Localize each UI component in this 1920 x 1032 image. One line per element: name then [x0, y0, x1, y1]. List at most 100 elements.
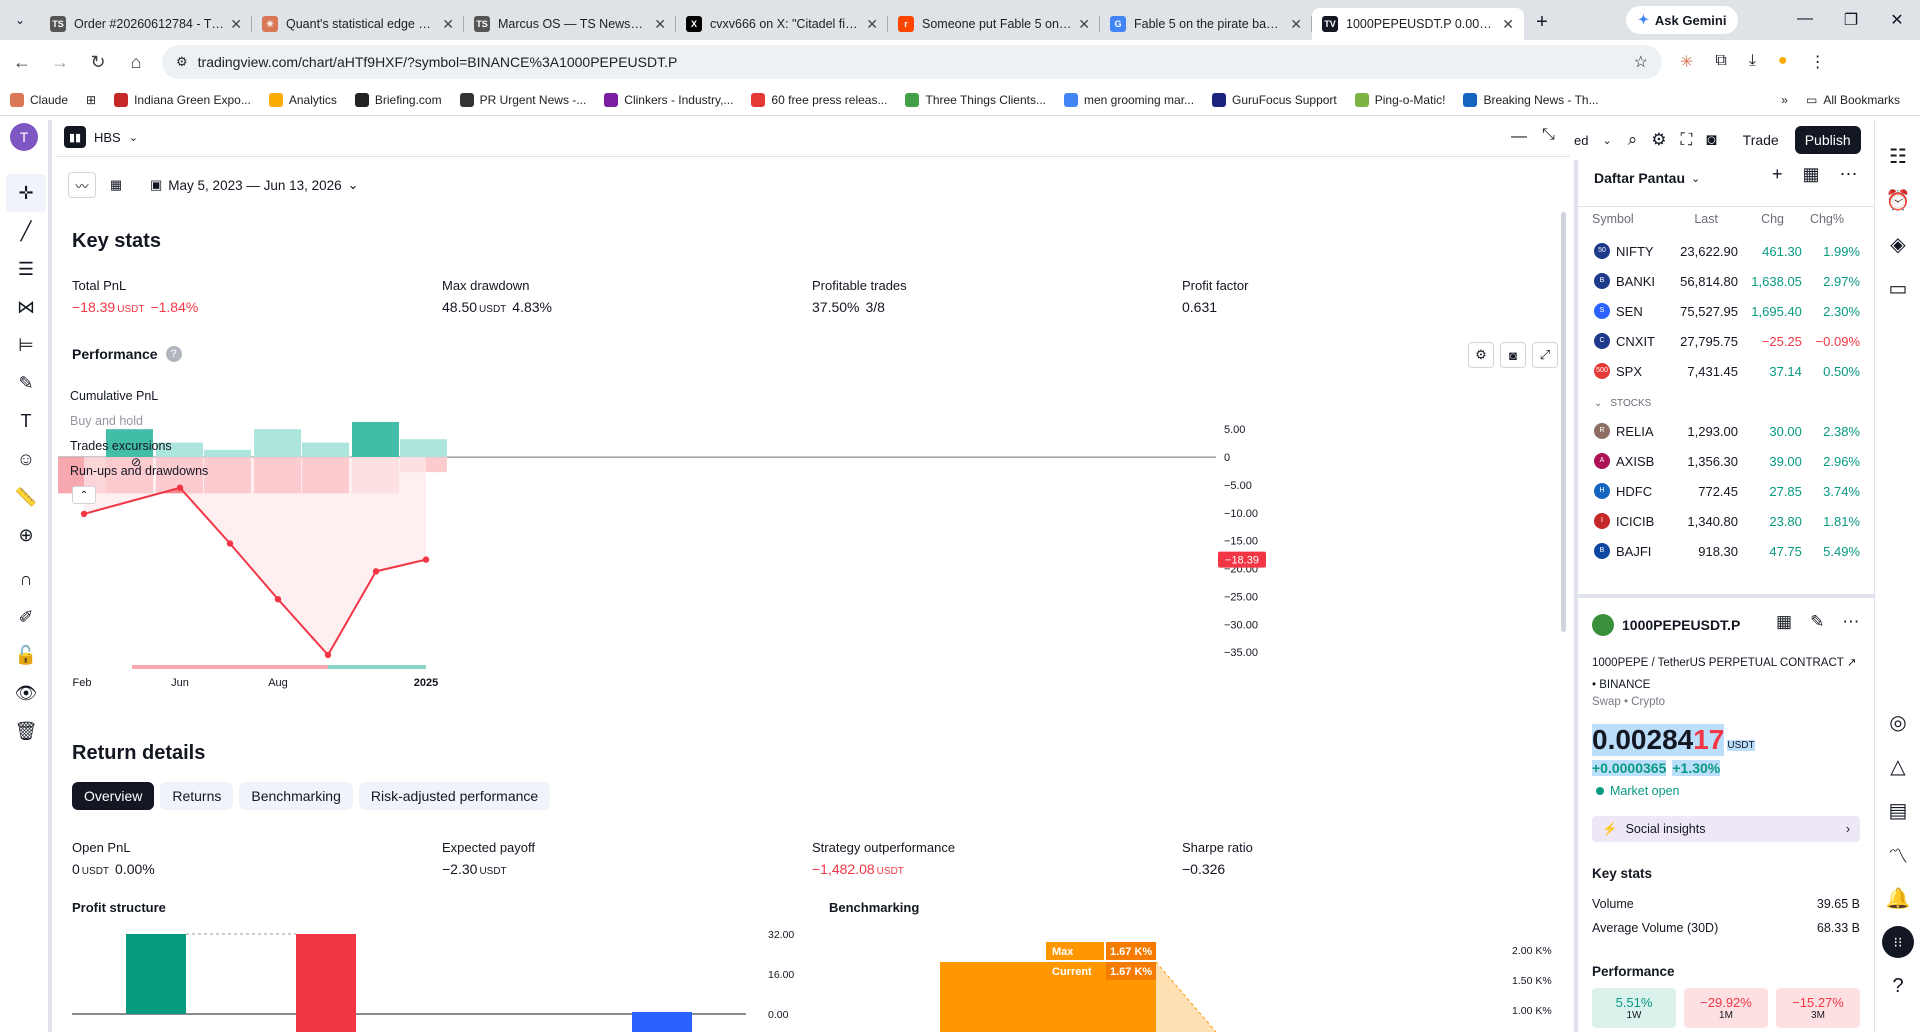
- site-info-icon[interactable]: ⚙: [176, 54, 188, 70]
- browser-tab[interactable]: ✳ Quant's statistical edge aga ✕: [252, 8, 464, 40]
- watchlist-row[interactable]: H HDFC 772.45 27.85 3.74%: [1578, 476, 1874, 506]
- chart-settings-icon[interactable]: ⚙: [1651, 130, 1666, 150]
- home-icon[interactable]: ⌂: [120, 46, 152, 78]
- all-bookmarks[interactable]: ▭ All Bookmarks: [1806, 93, 1900, 107]
- bookmark-item[interactable]: Three Things Clients...: [905, 92, 1046, 107]
- chevron-down-icon[interactable]: ⌄: [129, 131, 138, 144]
- help-sidebar-icon[interactable]: ?: [1875, 964, 1920, 1008]
- layout-grid-icon[interactable]: ▦: [1776, 612, 1792, 632]
- tab-close-icon[interactable]: ✕: [1078, 16, 1090, 33]
- fullscreen-chart-icon[interactable]: ⛶: [1680, 130, 1692, 150]
- watchlist-row[interactable]: 500 SPX 7,431.45 37.14 0.50%: [1578, 356, 1874, 386]
- profile-icon[interactable]: ●: [1778, 52, 1788, 72]
- watchlist-column-header[interactable]: Chg: [1718, 212, 1784, 226]
- fullscreen-icon[interactable]: ⤢: [1532, 342, 1558, 368]
- return-tab[interactable]: Risk-adjusted performance: [358, 782, 551, 810]
- ruler-icon[interactable]: 📏: [0, 478, 52, 516]
- tab-close-icon[interactable]: ✕: [230, 16, 242, 33]
- return-tab[interactable]: Returns: [160, 782, 234, 810]
- add-symbol-icon[interactable]: +: [1772, 164, 1783, 185]
- help-icon[interactable]: ?: [165, 346, 182, 362]
- edit-note-icon[interactable]: ✎: [1810, 612, 1824, 632]
- claude-extension-icon[interactable]: ✳: [1680, 52, 1693, 72]
- scrollbar[interactable]: [1561, 212, 1566, 632]
- table-view-icon[interactable]: ▦: [102, 172, 130, 198]
- watchlist-title[interactable]: Daftar Pantau: [1594, 170, 1685, 186]
- forward-icon[interactable]: →: [44, 46, 76, 78]
- magnet-icon[interactable]: ∩: [0, 560, 52, 598]
- browser-tab[interactable]: r Someone put Fable 5 on the ✕: [888, 8, 1100, 40]
- browser-tab[interactable]: TS Marcus OS — TS Newswire ✕: [464, 8, 676, 40]
- restore-window-icon[interactable]: ❐: [1828, 10, 1874, 30]
- tab-close-icon[interactable]: ✕: [1290, 16, 1302, 33]
- bookmark-item[interactable]: GuruFocus Support: [1212, 92, 1337, 107]
- bookmark-item[interactable]: Claude ⊞: [10, 92, 96, 107]
- trash-icon[interactable]: 🗑: [0, 712, 52, 750]
- watchlist-row[interactable]: A AXISB 1,356.30 39.00 2.96%: [1578, 446, 1874, 476]
- minimize-window-icon[interactable]: —: [1782, 10, 1828, 30]
- performance-box[interactable]: 5.51% 1W: [1592, 988, 1676, 1028]
- chat-icon[interactable]: ▭: [1875, 266, 1920, 310]
- brush-icon[interactable]: ✎: [0, 364, 52, 402]
- trend-line-icon[interactable]: ╱: [0, 212, 52, 250]
- forecasting-icon[interactable]: ⊨: [0, 326, 52, 364]
- ask-gemini-button[interactable]: ✦ Ask Gemini: [1626, 6, 1739, 34]
- watchlist-column-header[interactable]: Symbol: [1592, 212, 1642, 226]
- browser-tab[interactable]: Xcvxv666 on X: "Citadel fired ✕: [676, 8, 888, 40]
- partial-toolbar-label[interactable]: ed: [1574, 133, 1588, 148]
- settings-icon[interactable]: ⚙: [1468, 342, 1494, 368]
- more-icon[interactable]: ⋯: [1840, 164, 1858, 185]
- details-more-icon[interactable]: ⋯: [1842, 612, 1859, 632]
- bookmark-item[interactable]: Breaking News - Th...: [1463, 92, 1599, 107]
- external-link-icon[interactable]: ↗: [1847, 657, 1857, 669]
- tab-search-icon[interactable]: ⌄: [0, 0, 40, 40]
- apps-grid-icon[interactable]: ⁝⁝: [1875, 920, 1920, 964]
- pattern-icon[interactable]: ⋈: [0, 288, 52, 326]
- bookmark-item[interactable]: 60 free press releas...: [751, 92, 887, 107]
- minimize-panel-icon[interactable]: —: [1511, 128, 1527, 146]
- download-icon[interactable]: ⤓: [1749, 52, 1756, 72]
- performance-box[interactable]: −15.27% 3M: [1776, 988, 1860, 1028]
- watchlist-row[interactable]: B BANKI 56,814.80 1,638.05 2.97%: [1578, 266, 1874, 296]
- legend-collapse-icon[interactable]: ⌃: [72, 486, 96, 504]
- layout-name[interactable]: HBS: [94, 130, 121, 145]
- watchlist-icon[interactable]: ☷: [1875, 134, 1920, 178]
- reload-icon[interactable]: ↻: [82, 46, 114, 78]
- social-insights-button[interactable]: ⚡ Social insights ›: [1592, 816, 1860, 842]
- crosshair-icon[interactable]: ✛: [6, 174, 46, 212]
- details-symbol[interactable]: 1000PEPEUSDT.P: [1622, 617, 1740, 633]
- trade-button[interactable]: Trade: [1737, 128, 1785, 152]
- calendar-sidebar-icon[interactable]: ▤: [1875, 788, 1920, 832]
- bookmark-star-icon[interactable]: ☆: [1634, 52, 1648, 72]
- lock-drawing-icon[interactable]: ✐: [0, 598, 52, 636]
- text-icon[interactable]: T: [0, 402, 52, 440]
- news-icon[interactable]: 〽: [1875, 832, 1920, 876]
- tab-close-icon[interactable]: ✕: [654, 16, 666, 33]
- return-tab[interactable]: Overview: [72, 782, 155, 810]
- watchlist-column-header[interactable]: Chg%: [1784, 212, 1844, 226]
- watchlist-column-header[interactable]: Last: [1642, 212, 1718, 226]
- watchlist-row[interactable]: R RELIA 1,293.00 30.00 2.38%: [1578, 416, 1874, 446]
- fib-retracement-icon[interactable]: ☰: [0, 250, 52, 288]
- advanced-view-icon[interactable]: ▦: [1803, 164, 1820, 185]
- tab-close-icon[interactable]: ✕: [442, 16, 454, 33]
- browser-tab[interactable]: TS Order #20260612784 - TS N ✕: [40, 8, 252, 40]
- apps-icon[interactable]: ⊞: [86, 93, 96, 107]
- browser-tab[interactable]: TV 1000PEPEUSDT.P 0.0028417 ✕: [1312, 8, 1524, 40]
- bookmark-item[interactable]: Ping-o-Matic!: [1354, 92, 1445, 107]
- watchlist-row[interactable]: B BAJFI 918.30 47.75 5.49%: [1578, 536, 1874, 566]
- watchlist-chevron-icon[interactable]: ⌄: [1691, 172, 1700, 185]
- date-range-selector[interactable]: May 5, 2023 — Jun 13, 2026: [168, 178, 341, 193]
- tab-close-icon[interactable]: ✕: [866, 16, 878, 33]
- target-icon[interactable]: ◎: [1875, 700, 1920, 744]
- tv-logo-icon[interactable]: ▮▮: [64, 126, 86, 148]
- lock-icon[interactable]: 🔓: [0, 636, 52, 674]
- snapshot-icon[interactable]: ◙: [1706, 130, 1716, 150]
- details-exchange[interactable]: BINANCE: [1599, 679, 1650, 691]
- watchlist-row[interactable]: C CNXIT 27,795.75 −25.25 −0.09%: [1578, 326, 1874, 356]
- watchlist-section[interactable]: ⌄ STOCKS: [1578, 390, 1874, 416]
- extensions-icon[interactable]: ⧉: [1715, 52, 1726, 72]
- bookmark-item[interactable]: Clinkers - Industry,...: [604, 92, 733, 107]
- eye-icon[interactable]: 👁: [0, 674, 52, 712]
- menu-icon[interactable]: ⋮: [1810, 52, 1826, 72]
